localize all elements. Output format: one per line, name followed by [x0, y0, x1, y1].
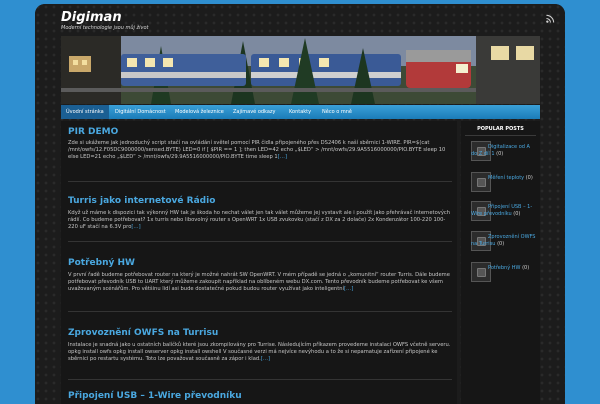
main-content: PIR DEMO Zde si ukážeme jak jednoduchý s… — [61, 121, 457, 404]
nav-item-links[interactable]: Zajímavé odkazy — [228, 105, 281, 119]
read-more-link[interactable]: […] — [131, 224, 140, 230]
page-wrapper: Digiman Moderní technologie jsou můj živ… — [35, 4, 565, 404]
read-more-link[interactable]: […] — [344, 286, 353, 292]
site-tagline: Moderní technologie jsou můj život — [61, 25, 149, 31]
nav-item-about[interactable]: Něco o mně — [317, 105, 357, 119]
post-divider — [68, 379, 452, 380]
post-divider — [68, 181, 452, 182]
sidebar: POPULAR POSTS Digitalizace od A do Z díl… — [461, 121, 540, 404]
popular-post-link[interactable]: Měření teploty (0) — [471, 175, 537, 182]
site-title[interactable]: Digiman — [61, 10, 122, 25]
popular-post-link[interactable]: Digitalizace od A do Z díl 1 (0) — [471, 144, 537, 158]
post-title[interactable]: Zprovoznění OWFS na Turrisu — [68, 328, 218, 338]
nav-item-model-railway[interactable]: Modelová železnice — [170, 105, 229, 119]
post-title[interactable]: Turris jako internetové Rádio — [68, 196, 215, 206]
rss-icon[interactable] — [546, 14, 555, 23]
post-divider — [68, 311, 452, 312]
nav-item-home[interactable]: Úvodní stránka — [61, 105, 109, 119]
post-title[interactable]: Potřebný HW — [68, 258, 135, 268]
read-more-link[interactable]: […] — [278, 154, 287, 160]
popular-post-link[interactable]: Potřebný HW (0) — [471, 265, 537, 272]
header-banner-image — [61, 36, 540, 104]
popular-post-link[interactable]: Připojení USB – 1-Wire převodníku (0) — [471, 204, 537, 218]
nav-item-contacts[interactable]: Kontakty — [284, 105, 316, 119]
post-excerpt: Zde si ukážeme jak jednoduchý script sta… — [68, 140, 446, 160]
post-excerpt: Instalace je snadná jako u ostatních bal… — [68, 342, 451, 362]
main-navigation: Úvodní stránka Digitální Domácnost Model… — [61, 105, 540, 119]
sidebar-divider — [465, 135, 536, 136]
post-excerpt: V první řadě budeme potřebovat router na… — [68, 272, 450, 292]
nav-item-digital-home[interactable]: Digitální Domácnost — [110, 105, 171, 119]
post-divider — [68, 241, 452, 242]
popular-post-link[interactable]: Zprovoznění OWFS na Turrisu (0) — [471, 234, 537, 248]
read-more-link[interactable]: […] — [261, 356, 270, 362]
sidebar-title: POPULAR POSTS — [477, 126, 524, 132]
post-excerpt: Když už máme k dispozici tak výkonný HW … — [68, 210, 451, 230]
post-title[interactable]: PIR DEMO — [68, 127, 118, 137]
